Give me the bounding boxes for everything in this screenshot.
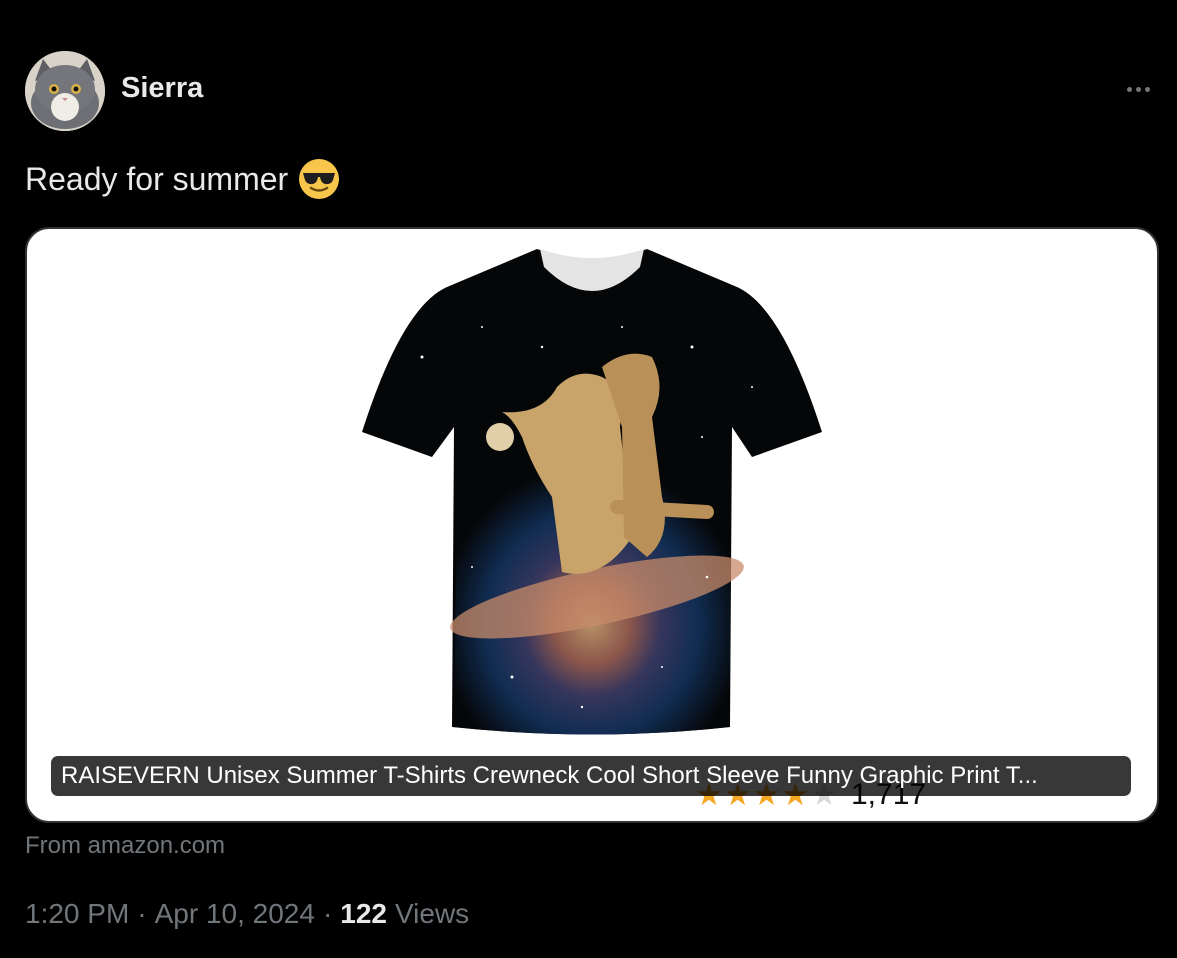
avatar[interactable] xyxy=(25,51,105,131)
smiling-face-with-sunglasses-icon xyxy=(298,158,340,200)
views-count: 122 xyxy=(340,898,387,929)
cat-avatar-icon xyxy=(25,51,105,131)
card-source-link[interactable]: From amazon.com xyxy=(25,832,225,860)
post-date[interactable]: Apr 10, 2024 xyxy=(155,898,315,930)
author-name[interactable]: Sierra xyxy=(121,72,203,105)
more-options-icon[interactable] xyxy=(1118,76,1158,102)
post-meta: 1:20 PM · Apr 10, 2024 · 122 Views xyxy=(25,898,469,930)
post-text: Ready for summer xyxy=(25,160,289,197)
views-label: Views xyxy=(395,898,470,929)
meta-separator: · xyxy=(137,898,147,929)
post-text-row: Ready for summer xyxy=(25,158,340,200)
cat-tshirt-image xyxy=(362,237,822,757)
card-title[interactable]: RAISEVERN Unisex Summer T-Shirts Crewnec… xyxy=(51,756,1131,796)
meta-separator: · xyxy=(322,898,333,929)
link-card[interactable]: ★ ★ ★ ★ ★ 1,717 RAISEVERN Unisex Summer … xyxy=(25,227,1159,823)
post-time[interactable]: 1:20 PM xyxy=(25,898,129,930)
